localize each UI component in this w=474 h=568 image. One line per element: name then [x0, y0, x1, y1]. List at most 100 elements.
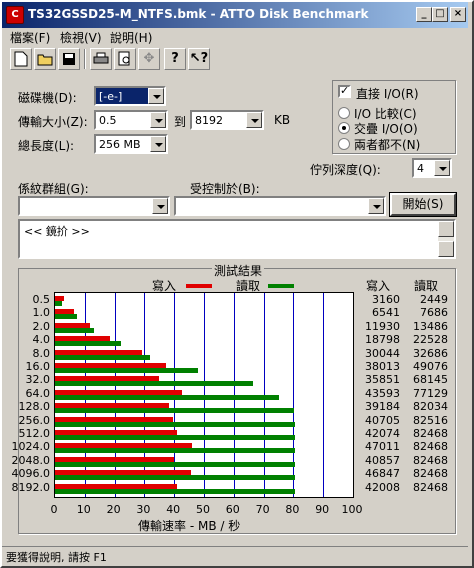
- read-value: 77129: [413, 386, 448, 400]
- read-value: 82468: [413, 467, 448, 481]
- read-bar: [55, 448, 295, 454]
- direct-io-label: 直接 I/O(R): [356, 87, 419, 101]
- description-scrollbar[interactable]: [438, 221, 454, 257]
- write-value: 18798: [365, 333, 400, 347]
- group-label: 係紋群組(G):: [18, 182, 89, 196]
- open-icon[interactable]: [34, 48, 56, 70]
- description-box[interactable]: << 鏡扴 >>: [18, 219, 456, 259]
- write-value: 11930: [365, 319, 400, 333]
- transfer-to-select[interactable]: 8192: [190, 110, 264, 130]
- move-icon[interactable]: ✥: [138, 48, 160, 70]
- scroll-down-icon[interactable]: [438, 241, 454, 257]
- maximize-button[interactable]: □: [432, 7, 448, 22]
- y-tick-label: 128.0: [18, 400, 51, 414]
- transfer-size-label: 傳輸大小(Z):: [18, 115, 88, 129]
- y-tick-label: 64.0: [25, 386, 51, 400]
- minimize-button[interactable]: _: [416, 7, 432, 22]
- menu-help[interactable]: 說明(H): [110, 29, 152, 46]
- read-bar: [55, 368, 198, 373]
- y-tick-label: 8192.0: [11, 480, 51, 494]
- direct-io-checkbox[interactable]: ✓: [338, 85, 351, 98]
- read-value: 49076: [413, 360, 448, 373]
- legend-read-swatch: [268, 284, 294, 288]
- write-value: 43593: [365, 386, 400, 400]
- x-tick-label: 50: [196, 503, 210, 516]
- io-compare-radio[interactable]: [338, 107, 350, 119]
- write-value: 46847: [365, 467, 400, 481]
- read-bar: [55, 314, 78, 320]
- scroll-up-icon[interactable]: [438, 221, 454, 237]
- chart-plot-area: [54, 292, 354, 498]
- menu-view[interactable]: 檢視(V): [60, 29, 102, 46]
- toolbar-separator: [84, 49, 86, 69]
- neither-radio[interactable]: [338, 138, 350, 150]
- write-value: 47011: [365, 440, 400, 454]
- close-button[interactable]: ×: [450, 7, 466, 22]
- y-tick-label: 0.5: [32, 293, 51, 306]
- print-preview-icon[interactable]: [114, 48, 136, 70]
- column-read-header: 讀取: [414, 279, 439, 293]
- x-tick-label: 70: [255, 503, 270, 516]
- y-tick-label: 1.0: [32, 306, 51, 320]
- write-value: 42008: [365, 480, 400, 494]
- y-tick-label: 2048.0: [11, 453, 51, 467]
- read-value: 82468: [413, 480, 448, 494]
- context-help-icon[interactable]: ↖?: [188, 48, 210, 70]
- x-tick-label: 40: [166, 503, 181, 516]
- total-length-value: 256 MB: [99, 138, 141, 151]
- y-tick-label: 16.0: [25, 360, 51, 373]
- description-text: << 鏡扴 >>: [24, 225, 90, 238]
- read-bar: [55, 421, 296, 427]
- y-tick-label: 4096.0: [11, 467, 51, 481]
- write-value: 30044: [365, 346, 400, 360]
- read-value: 32686: [413, 346, 448, 360]
- overlap-io-label: 交疊 I/O(O): [354, 122, 418, 136]
- read-bar: [55, 435, 295, 440]
- new-icon[interactable]: [10, 48, 32, 70]
- read-bar: [55, 394, 280, 400]
- start-button[interactable]: 開始(S): [389, 192, 457, 217]
- read-value: 7686: [420, 306, 448, 320]
- read-value: 82468: [413, 453, 448, 467]
- column-write-header: 寫入: [366, 279, 391, 293]
- x-tick-label: 60: [225, 503, 240, 516]
- queue-depth-select[interactable]: 4: [412, 158, 452, 178]
- queue-depth-value: 4: [417, 162, 424, 175]
- drive-value: [-e-]: [99, 90, 123, 103]
- read-bar: [55, 301, 63, 306]
- y-tick-label: 4.0: [32, 333, 51, 347]
- total-length-select[interactable]: 256 MB: [94, 134, 168, 154]
- read-value: 22528: [413, 333, 448, 347]
- transfer-from-value: 0.5: [99, 114, 117, 127]
- read-value: 82034: [413, 400, 448, 414]
- menu-file[interactable]: 檔案(F): [10, 29, 50, 46]
- read-bar: [55, 488, 295, 494]
- print-icon[interactable]: [90, 48, 112, 70]
- x-tick-label: 100: [341, 503, 363, 516]
- read-value: 2449: [420, 293, 448, 306]
- read-bar: [55, 341, 121, 347]
- read-bar: [55, 381, 254, 387]
- to-label: 到: [174, 115, 187, 129]
- write-value: 40857: [365, 453, 400, 467]
- group-select[interactable]: [18, 196, 170, 216]
- overlap-io-radio[interactable]: [338, 122, 350, 134]
- x-tick-label: 90: [315, 503, 330, 516]
- drive-select[interactable]: [-e-]: [94, 86, 166, 106]
- queue-depth-label: 佇列深度(Q):: [310, 163, 381, 177]
- x-axis-title: 傳輸速率 - MB / 秒: [138, 519, 241, 533]
- controlled-by-select[interactable]: [174, 196, 386, 216]
- chevron-down-icon: [148, 88, 164, 104]
- y-tick-label: 1024.0: [11, 440, 51, 454]
- toolbar: ✥ ? ↖?: [6, 48, 210, 72]
- transfer-from-select[interactable]: 0.5: [94, 110, 168, 130]
- chevron-down-icon: [152, 198, 168, 214]
- x-tick-label: 30: [136, 503, 151, 516]
- read-bar: [55, 461, 295, 467]
- write-value: 39184: [365, 400, 400, 414]
- help-icon[interactable]: ?: [164, 48, 186, 70]
- read-bar: [55, 327, 95, 333]
- save-icon[interactable]: [58, 48, 80, 70]
- menu-bar: 檔案(F) 檢視(V) 說明(H): [2, 28, 468, 46]
- title-bar[interactable]: C TS32GSSD25-M_NTFS.bmk - ATTO Disk Benc…: [2, 2, 468, 28]
